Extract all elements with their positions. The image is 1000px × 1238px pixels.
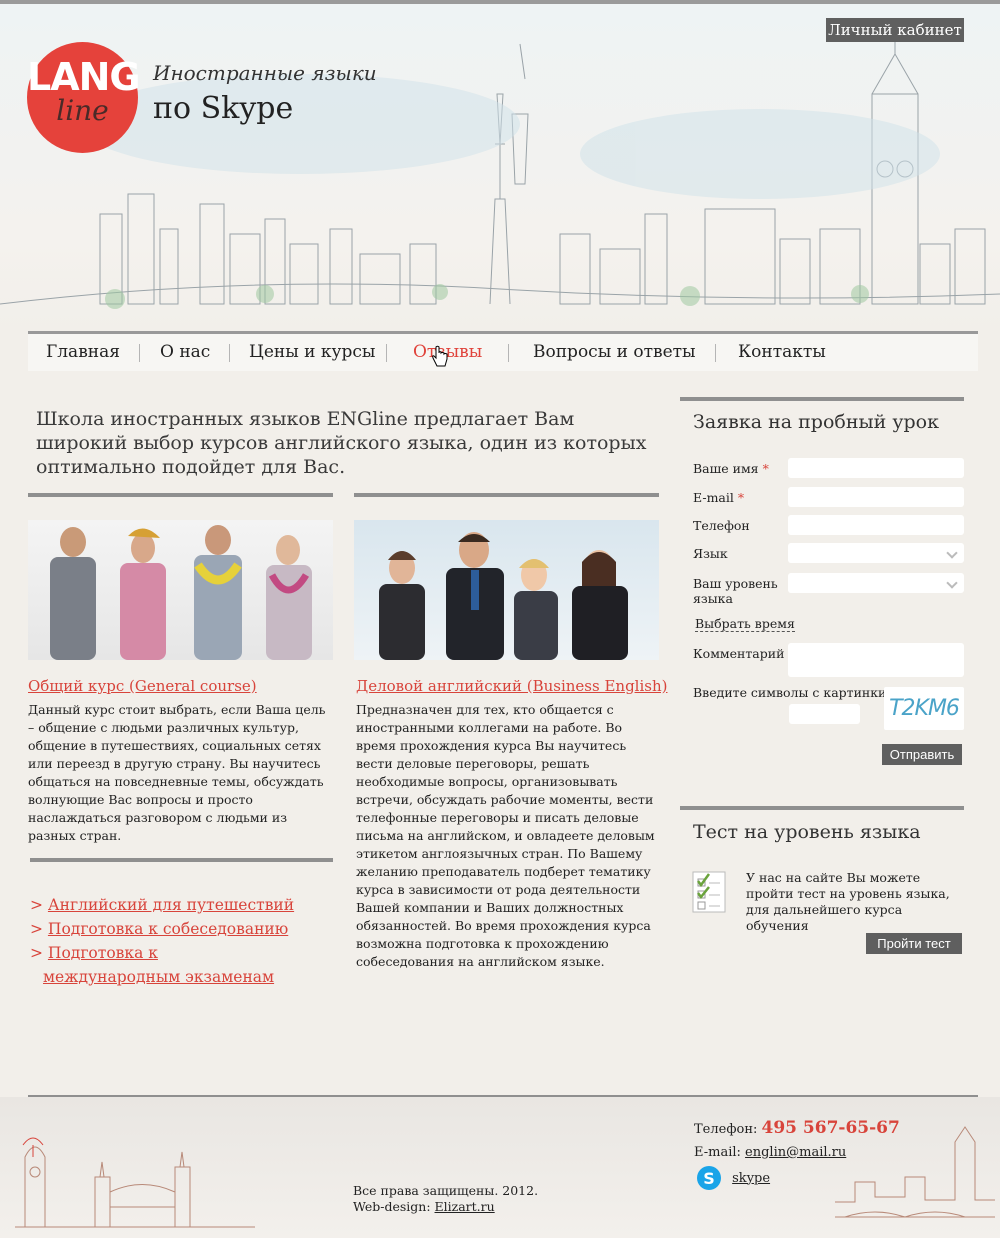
choose-time-link[interactable]: Выбрать время bbox=[695, 616, 795, 632]
language-label: Язык bbox=[693, 546, 728, 561]
email-link[interactable]: englin@mail.ru bbox=[745, 1145, 846, 1160]
general-course-photo bbox=[28, 520, 333, 660]
nav-item-home[interactable]: Главная bbox=[46, 334, 120, 371]
name-label: Ваше имя * bbox=[693, 461, 769, 476]
nav-item-prices[interactable]: Цены и курсы bbox=[249, 334, 375, 371]
level-label: Ваш уровень языка bbox=[693, 576, 778, 606]
webdesign-credit: Web-design: Elizart.ru bbox=[353, 1199, 495, 1214]
phone-label: Телефон bbox=[693, 518, 750, 533]
skype-link[interactable]: skype bbox=[732, 1171, 770, 1186]
list-item: > Английский для путешествий bbox=[30, 896, 295, 914]
business-course-link[interactable]: Деловой английский (Business English) bbox=[356, 677, 667, 695]
phone-number: 495 567-65-67 bbox=[761, 1118, 900, 1138]
footer-email: E-mail: englin@mail.ru bbox=[694, 1145, 847, 1160]
nav-divider bbox=[715, 344, 716, 362]
city-skyline-illustration bbox=[0, 34, 1000, 309]
copyright-text: Все права защищены. 2012. bbox=[353, 1183, 539, 1198]
nav-divider bbox=[508, 344, 509, 362]
header-banner: LANG line Иностранные языки по Skype Лич… bbox=[0, 4, 1000, 334]
level-test-title: Тест на уровень языка bbox=[693, 821, 921, 843]
nav-item-faq[interactable]: Вопросы и ответы bbox=[533, 334, 696, 371]
divider bbox=[354, 493, 659, 497]
main-nav: Главная О нас Цены и курсы Отзывы Вопрос… bbox=[28, 331, 978, 371]
phone-input[interactable] bbox=[788, 515, 964, 535]
checklist-icon bbox=[692, 871, 726, 913]
site-subtitle: по Skype bbox=[153, 91, 294, 126]
email-input[interactable] bbox=[788, 487, 964, 507]
comment-label: Комментарий bbox=[693, 646, 785, 661]
interview-prep-link[interactable]: Подготовка к собеседованию bbox=[48, 920, 288, 938]
captcha-image: T2KM6 bbox=[884, 687, 964, 730]
logo[interactable]: LANG line bbox=[27, 42, 141, 153]
nav-divider bbox=[386, 344, 387, 362]
logo-text-bottom: line bbox=[56, 94, 109, 127]
intro-text: Школа иностранных языков ENGline предлаг… bbox=[36, 408, 647, 478]
skype-icon: S bbox=[697, 1166, 721, 1190]
nav-item-contacts[interactable]: Контакты bbox=[738, 334, 826, 371]
personal-account-button[interactable]: Личный кабинет bbox=[826, 18, 964, 42]
nav-item-about[interactable]: О нас bbox=[160, 334, 210, 371]
svg-text:S: S bbox=[703, 1169, 715, 1188]
travel-english-link[interactable]: Английский для путешествий bbox=[48, 896, 294, 914]
language-select[interactable] bbox=[788, 543, 964, 563]
business-course-photo bbox=[354, 520, 659, 660]
email-label: E-mail * bbox=[693, 490, 745, 505]
general-course-description: Данный курс стоит выбрать, если Ваша цел… bbox=[28, 702, 326, 843]
logo-text-top: LANG bbox=[27, 55, 141, 99]
level-select[interactable] bbox=[788, 573, 964, 593]
footer-skype: S skype bbox=[696, 1165, 770, 1191]
name-input[interactable] bbox=[788, 458, 964, 478]
list-item: > Подготовка к международным экзаменам bbox=[30, 944, 275, 986]
divider bbox=[28, 493, 333, 497]
business-course-description: Предназначен для тех, кто общается с ино… bbox=[356, 702, 655, 969]
hand-cursor-icon bbox=[432, 345, 448, 367]
footer-phone: Телефон: 495 567-65-67 bbox=[694, 1118, 900, 1138]
nav-divider bbox=[229, 344, 230, 362]
divider bbox=[30, 858, 333, 862]
extra-courses-list: > Английский для путешествий > Подготовк… bbox=[30, 893, 294, 989]
trial-form-title: Заявка на пробный урок bbox=[693, 411, 939, 433]
designer-link[interactable]: Elizart.ru bbox=[435, 1199, 495, 1214]
take-test-button[interactable]: Пройти тест bbox=[866, 933, 962, 954]
copyright: Все права защищены. 2012. Web-design: El… bbox=[353, 1183, 538, 1215]
exam-prep-link[interactable]: Подготовка к международным экзаменам bbox=[43, 944, 274, 986]
captcha-label: Введите символы с картинки * bbox=[693, 685, 897, 700]
divider bbox=[680, 397, 964, 401]
captcha-input[interactable] bbox=[789, 704, 860, 724]
london-sketch-left bbox=[15, 1137, 255, 1228]
site-tagline: Иностранные языки bbox=[153, 61, 377, 85]
london-sketch-right bbox=[835, 1126, 995, 1218]
divider bbox=[680, 806, 964, 810]
list-item: > Подготовка к собеседованию bbox=[30, 920, 289, 938]
submit-button[interactable]: Отправить bbox=[882, 744, 962, 765]
comment-textarea[interactable] bbox=[788, 643, 964, 677]
nav-divider bbox=[139, 344, 140, 362]
general-course-link[interactable]: Общий курс (General course) bbox=[28, 677, 257, 695]
level-test-description: У нас на сайте Вы можете пройти тест на … bbox=[746, 870, 950, 933]
